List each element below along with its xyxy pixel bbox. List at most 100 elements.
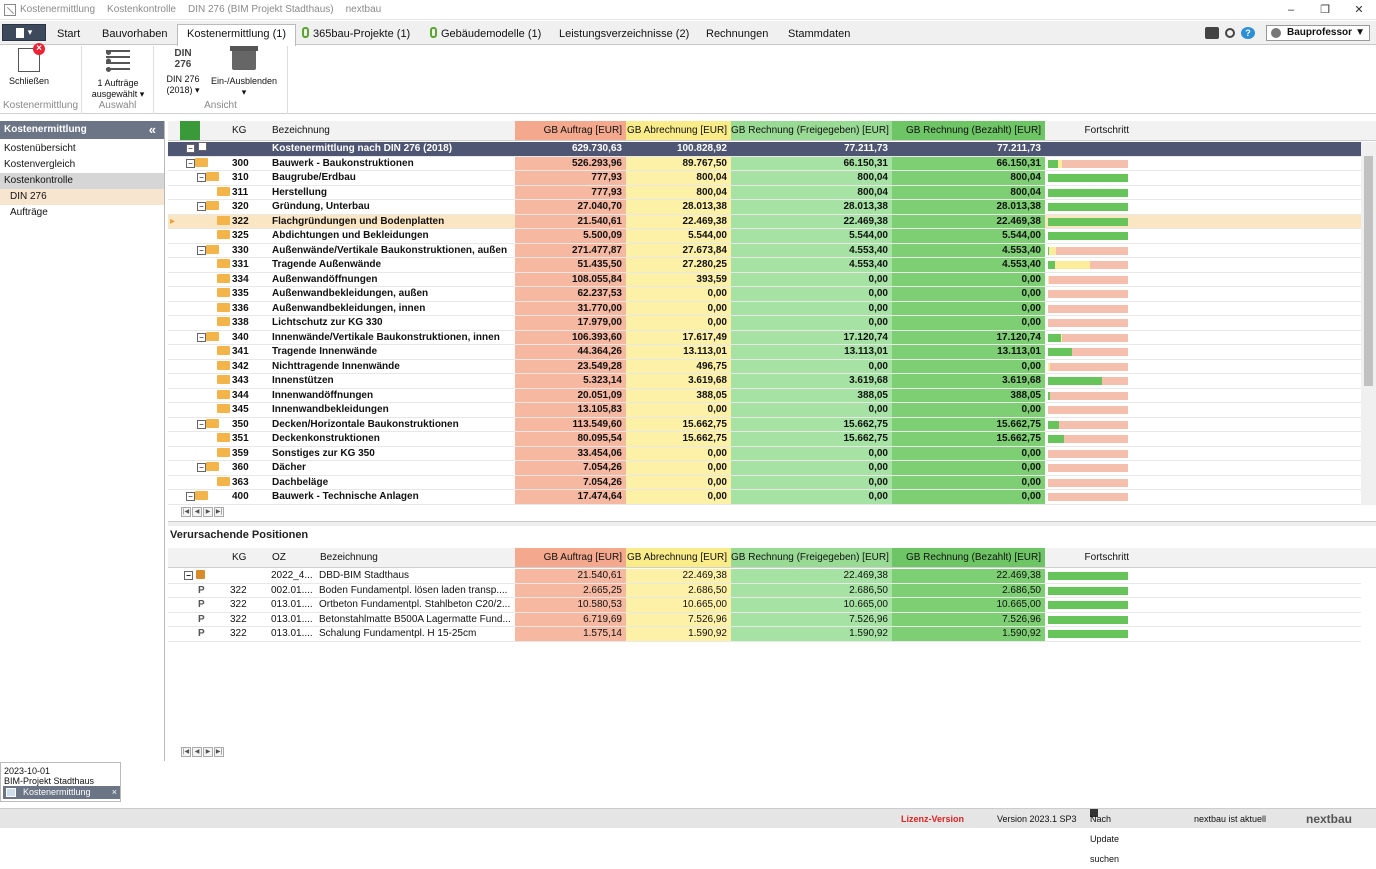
table-row[interactable]: 344Innenwandöffnungen20.051,09388,05388,… (168, 389, 1361, 404)
last-page-icon[interactable]: ▶| (214, 507, 224, 517)
table-row[interactable]: 336Außenwandbekleidungen, innen31.770,00… (168, 302, 1361, 317)
table-row[interactable]: 351Deckenkonstruktionen80.095,5415.662,7… (168, 432, 1361, 447)
wrench-icon[interactable] (1225, 28, 1235, 38)
table-row[interactable]: 334Außenwandöffnungen108.055,84393,590,0… (168, 273, 1361, 288)
collapse-icon[interactable]: − (197, 202, 206, 211)
sidebar-item-auftraege[interactable]: Aufträge (0, 205, 164, 221)
first-page-icon[interactable]: |◀ (181, 747, 191, 757)
close-window-button[interactable]: ✕ (1342, 0, 1376, 20)
header-bezeichnung[interactable]: Bezeichnung (320, 548, 510, 567)
table-row[interactable]: −320Gründung, Unterbau27.040,7028.013,38… (168, 200, 1361, 215)
header-oz[interactable]: OZ (272, 548, 317, 567)
collapse-icon[interactable]: − (186, 492, 195, 501)
table-row[interactable]: 331Tragende Außenwände51.435,5027.280,25… (168, 258, 1361, 273)
table-row[interactable]: −400Bauwerk - Technische Anlagen17.474,6… (168, 490, 1361, 505)
prev-page-icon[interactable]: ◀ (192, 507, 202, 517)
collapse-icon[interactable]: « (149, 121, 156, 139)
collapse-icon[interactable]: − (186, 144, 195, 153)
tab-leistungsverzeichnisse[interactable]: Leistungsverzeichnisse (2) (559, 25, 689, 45)
din-version-button[interactable]: DIN276 DIN 276 (2018) ▾ (160, 48, 206, 96)
search-icon[interactable] (180, 121, 200, 140)
toggle-visibility-button[interactable]: Ein-/Ausblenden ▾ (210, 48, 278, 98)
tab-start[interactable]: Start (57, 25, 80, 45)
header-bezahlt[interactable]: GB Rechnung (Bezahlt) [EUR] (892, 121, 1045, 140)
collapse-icon[interactable]: − (197, 173, 206, 182)
header-kg[interactable]: KG (232, 121, 262, 140)
collapse-icon[interactable]: − (186, 159, 195, 168)
scrollbar-thumb[interactable] (1364, 156, 1373, 386)
header-fortschritt[interactable]: Fortschritt (1045, 548, 1133, 567)
table-row[interactable]: 341Tragende Innenwände44.364,2613.113,01… (168, 345, 1361, 360)
header-bezahlt[interactable]: GB Rechnung (Bezahlt) [EUR] (892, 548, 1045, 567)
table-row[interactable]: 363Dachbeläge7.054,260,000,000,00 (168, 476, 1361, 491)
file-menu-button[interactable]: ▾ (2, 24, 46, 41)
vertical-scrollbar[interactable] (1361, 142, 1376, 505)
tab-rechnungen[interactable]: Rechnungen (706, 25, 768, 45)
sidebar-item-kostenuebersicht[interactable]: Kostenübersicht (0, 141, 164, 157)
maximize-button[interactable]: ❐ (1308, 0, 1342, 20)
header-bezeichnung[interactable]: Bezeichnung (272, 121, 512, 140)
user-dropdown[interactable]: Bauprofessor▼ (1266, 25, 1370, 41)
table-row[interactable]: −340Innenwände/Vertikale Baukonstruktion… (168, 331, 1361, 346)
printer-icon[interactable] (1205, 27, 1219, 39)
close-button[interactable]: Schließen (6, 48, 52, 87)
table-row[interactable]: −360Dächer7.054,260,000,000,00 (168, 461, 1361, 476)
sidebar-item-kostenkontrolle[interactable]: Kostenkontrolle (0, 173, 164, 189)
tab-kostenermittlung[interactable]: Kostenermittlung (1) (177, 24, 296, 46)
collapse-icon[interactable]: − (197, 333, 206, 342)
table-row[interactable]: P322002.01....Boden Fundamentpl. lösen l… (168, 584, 1361, 599)
table-row[interactable]: − 2022_4...DBD-BIM Stadthaus21.540,6122.… (168, 569, 1361, 584)
table-row[interactable]: 338Lichtschutz zur KG 33017.979,000,000,… (168, 316, 1361, 331)
help-icon[interactable]: ? (1241, 27, 1255, 39)
header-freigegeben[interactable]: GB Rechnung (Freigegeben) [EUR] (731, 121, 892, 140)
header-kg[interactable]: KG (232, 548, 262, 567)
table-row[interactable]: 325Abdichtungen und Bekleidungen5.500,09… (168, 229, 1361, 244)
table-row[interactable]: P322013.01....Betonstahlmatte B500A Lage… (168, 613, 1361, 628)
header-abrechnung[interactable]: GB Abrechnung [EUR] (626, 548, 731, 567)
table-row[interactable]: 343Innenstützen5.323,143.619,683.619,683… (168, 374, 1361, 389)
table-row[interactable]: P322013.01....Ortbeton Fundamentpl. Stah… (168, 598, 1361, 613)
first-page-icon[interactable]: |◀ (181, 507, 191, 517)
minimize-button[interactable]: – (1274, 0, 1308, 20)
prev-page-icon[interactable]: ◀ (192, 747, 202, 757)
table-row[interactable]: − Kostenermittlung nach DIN 276 (2018)62… (168, 142, 1361, 157)
document-tab[interactable]: 2023-10-01 BIM-Projekt Stadthaus Kostene… (0, 762, 121, 802)
oz-cell: 002.01.... (271, 584, 317, 598)
table-row[interactable]: 335Außenwandbekleidungen, außen62.237,53… (168, 287, 1361, 302)
sidebar-item-din276[interactable]: DIN 276 (0, 189, 164, 205)
header-abrechnung[interactable]: GB Abrechnung [EUR] (626, 121, 731, 140)
orders-select-button[interactable]: 1 Aufträge ausgewählt ▾ (86, 48, 150, 100)
table-row[interactable]: 311Herstellung777,93800,04800,04800,04 (168, 186, 1361, 201)
next-page-icon[interactable]: ▶ (203, 747, 213, 757)
table-row[interactable]: 342Nichttragende Innenwände23.549,28496,… (168, 360, 1361, 375)
table-row[interactable]: −310Baugrube/Erdbau777,93800,04800,04800… (168, 171, 1361, 186)
tab-365bau-projekte[interactable]: 365bau-Projekte (1) (302, 25, 410, 45)
close-tab-icon[interactable]: × (112, 786, 117, 799)
checkbox[interactable] (198, 142, 207, 151)
collapse-icon[interactable]: − (197, 420, 206, 429)
table-row[interactable]: −330Außenwände/Vertikale Baukonstruktion… (168, 244, 1361, 259)
collapse-icon[interactable]: − (184, 571, 193, 580)
header-auftrag[interactable]: GB Auftrag [EUR] (515, 121, 626, 140)
tab-stammdaten[interactable]: Stammdaten (788, 25, 850, 45)
tab-bauvorhaben[interactable]: Bauvorhaben (102, 25, 167, 45)
auftrag-cell: 526.293,96 (515, 157, 626, 171)
collapse-icon[interactable]: − (197, 246, 206, 255)
document-tag[interactable]: Kostenermittlung× (3, 786, 120, 799)
table-row[interactable]: −300Bauwerk - Baukonstruktionen526.293,9… (168, 157, 1361, 172)
table-row[interactable]: P322013.01....Schalung Fundamentpl. H 15… (168, 627, 1361, 642)
tab-gebaeudemodelle[interactable]: Gebäudemodelle (1) (430, 25, 541, 45)
header-fortschritt[interactable]: Fortschritt (1045, 121, 1133, 140)
next-page-icon[interactable]: ▶ (203, 507, 213, 517)
collapse-icon[interactable]: − (197, 463, 206, 472)
header-auftrag[interactable]: GB Auftrag [EUR] (515, 548, 626, 567)
table-row[interactable]: ▸322Flachgründungen und Bodenplatten21.5… (168, 215, 1361, 230)
header-freigegeben[interactable]: GB Rechnung (Freigegeben) [EUR] (731, 548, 892, 567)
sidebar-item-kostenvergleich[interactable]: Kostenvergleich (0, 157, 164, 173)
last-page-icon[interactable]: ▶| (214, 747, 224, 757)
table-row[interactable]: 359Sonstiges zur KG 35033.454,060,000,00… (168, 447, 1361, 462)
table-row[interactable]: −350Decken/Horizontale Baukonstruktionen… (168, 418, 1361, 433)
orders-label-2: ausgewählt ▾ (86, 89, 150, 100)
table-row[interactable]: 345Innenwandbekleidungen13.105,830,000,0… (168, 403, 1361, 418)
splitter[interactable] (168, 521, 1376, 526)
